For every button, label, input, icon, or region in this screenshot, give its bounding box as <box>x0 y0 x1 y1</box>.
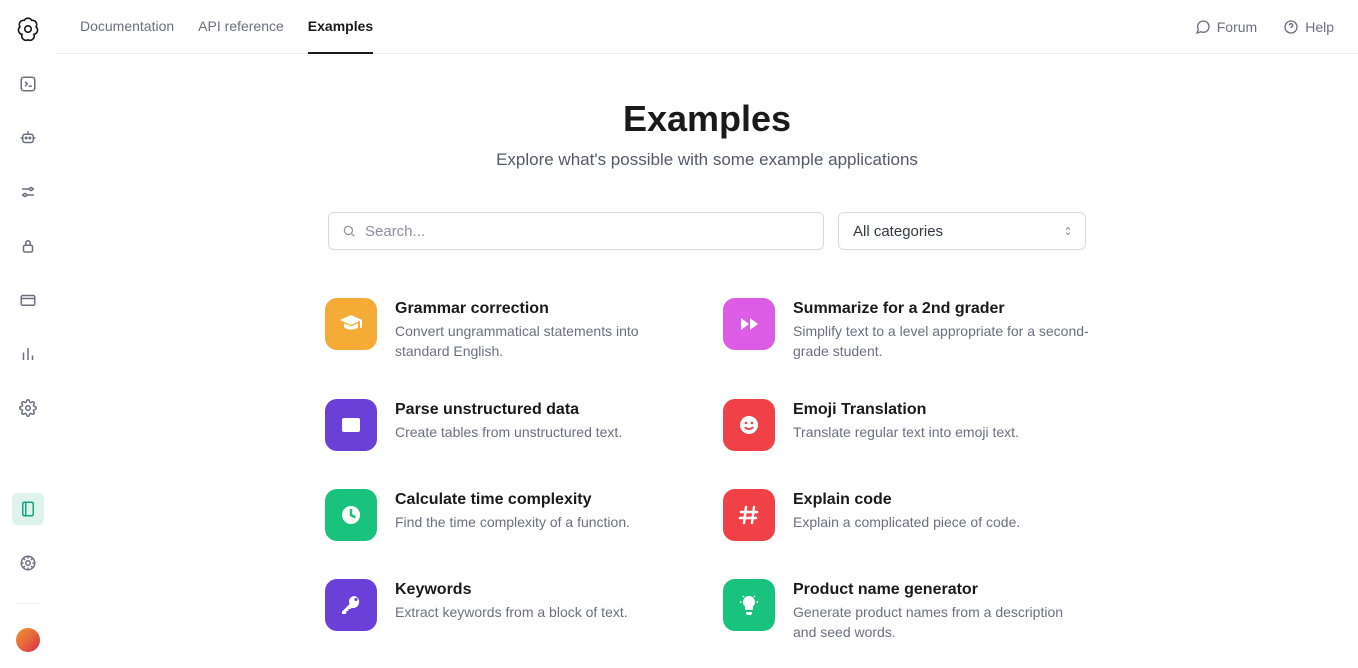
example-title: Calculate time complexity <box>395 491 630 509</box>
example-card[interactable]: Calculate time complexity Find the time … <box>325 489 691 541</box>
example-desc: Find the time complexity of a function. <box>395 513 630 533</box>
api-keys-icon[interactable] <box>12 230 44 262</box>
chevron-up-down-icon <box>1062 223 1074 239</box>
example-desc: Convert ungrammatical statements into st… <box>395 322 691 361</box>
example-card[interactable]: Product name generator Generate product … <box>723 579 1089 642</box>
page-subtitle: Explore what's possible with some exampl… <box>56 150 1358 170</box>
tab-api-reference[interactable]: API reference <box>198 0 284 54</box>
hash-icon <box>723 489 775 541</box>
assistants-icon[interactable] <box>12 122 44 154</box>
example-desc: Extract keywords from a block of text. <box>395 603 628 623</box>
example-card[interactable]: Parse unstructured data Create tables fr… <box>325 399 691 451</box>
tab-documentation[interactable]: Documentation <box>80 0 174 54</box>
help-label: Help <box>1305 19 1334 35</box>
example-desc: Generate product names from a descriptio… <box>793 603 1089 642</box>
search-icon <box>342 224 356 238</box>
category-select[interactable]: All categories <box>838 212 1086 250</box>
settings-icon[interactable] <box>12 392 44 424</box>
files-icon[interactable] <box>12 284 44 316</box>
example-title: Emoji Translation <box>793 401 1019 419</box>
example-desc: Explain a complicated piece of code. <box>793 513 1020 533</box>
smile-icon <box>723 399 775 451</box>
example-desc: Translate regular text into emoji text. <box>793 423 1019 443</box>
forum-link[interactable]: Forum <box>1195 19 1257 35</box>
example-title: Keywords <box>395 581 628 599</box>
example-card[interactable]: Keywords Extract keywords from a block o… <box>325 579 691 642</box>
example-desc: Simplify text to a level appropriate for… <box>793 322 1089 361</box>
help-center-icon[interactable] <box>12 547 44 579</box>
key-icon <box>325 579 377 631</box>
example-title: Grammar correction <box>395 300 691 318</box>
example-desc: Create tables from unstructured text. <box>395 423 622 443</box>
openai-logo[interactable] <box>15 16 41 42</box>
usage-icon[interactable] <box>12 338 44 370</box>
playground-icon[interactable] <box>12 68 44 100</box>
sidebar <box>0 0 56 668</box>
docs-icon[interactable] <box>12 493 44 525</box>
fine-tuning-icon[interactable] <box>12 176 44 208</box>
example-card[interactable]: Grammar correction Convert ungrammatical… <box>325 298 691 361</box>
forum-icon <box>1195 19 1211 35</box>
forum-label: Forum <box>1217 19 1257 35</box>
avatar[interactable] <box>16 628 40 652</box>
clock-icon <box>325 489 377 541</box>
example-card[interactable]: Explain code Explain a complicated piece… <box>723 489 1089 541</box>
help-icon <box>1283 19 1299 35</box>
example-title: Parse unstructured data <box>395 401 622 419</box>
search-input[interactable] <box>328 212 824 250</box>
tab-examples[interactable]: Examples <box>308 0 373 54</box>
example-title: Explain code <box>793 491 1020 509</box>
help-link[interactable]: Help <box>1283 19 1334 35</box>
table-icon <box>325 399 377 451</box>
example-card[interactable]: Summarize for a 2nd grader Simplify text… <box>723 298 1089 361</box>
example-title: Summarize for a 2nd grader <box>793 300 1089 318</box>
top-nav: Documentation API reference Examples For… <box>56 0 1358 54</box>
graduation-icon <box>325 298 377 350</box>
fast-forward-icon <box>723 298 775 350</box>
page-title: Examples <box>56 98 1358 140</box>
bulb-icon <box>723 579 775 631</box>
example-card[interactable]: Emoji Translation Translate regular text… <box>723 399 1089 451</box>
example-title: Product name generator <box>793 581 1089 599</box>
